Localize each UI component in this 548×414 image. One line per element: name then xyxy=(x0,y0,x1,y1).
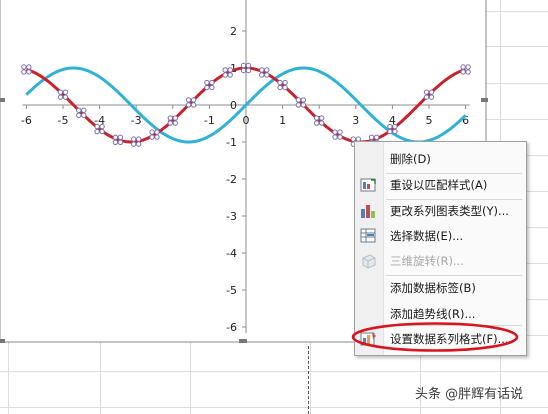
menu-item-add-trendline-label: 添加趋势线(R)... xyxy=(390,307,476,321)
y-tick-label: -4 xyxy=(226,247,237,260)
menu-item-3d-rotation[interactable]: 三维旋转(R)... xyxy=(355,248,526,274)
y-tick-label: 0 xyxy=(230,99,237,112)
chart-resize-handle[interactable] xyxy=(481,98,488,102)
y-tick-label: -3 xyxy=(226,210,237,223)
reset-style-icon xyxy=(360,178,376,192)
menu-item-3d-rotation-label: 三维旋转(R)... xyxy=(390,254,464,268)
menu-item-reset-style[interactable]: 重设以匹配样式(A) xyxy=(355,172,526,198)
menu-item-delete-label: 删除(D) xyxy=(390,152,431,166)
menu-item-delete[interactable]: 删除(D) xyxy=(355,146,526,172)
y-tick-label: 2 xyxy=(230,25,237,38)
menu-item-select-data[interactable]: 选择数据(E)... xyxy=(355,223,526,249)
y-tick-label: -2 xyxy=(226,173,237,186)
highlight-ellipse xyxy=(351,322,519,352)
watermark: 头条 @胖辉有话说 xyxy=(415,387,524,402)
menu-item-select-data-label: 选择数据(E)... xyxy=(390,229,464,243)
select-data-icon xyxy=(360,228,376,243)
y-tick-label: -5 xyxy=(226,284,237,297)
menu-item-add-data-labels[interactable]: 添加数据标签(B) xyxy=(355,275,526,301)
menu-item-add-data-labels-label: 添加数据标签(B) xyxy=(390,281,476,295)
menu-item-change-chart-type[interactable]: 更改系列图表类型(Y)... xyxy=(355,198,526,224)
3d-rotation-icon xyxy=(362,254,376,269)
x-tick-label: -1 xyxy=(204,114,215,127)
chart-resize-handle[interactable] xyxy=(239,339,247,343)
chart-resize-handle[interactable] xyxy=(0,98,5,102)
x-tick-label: 3 xyxy=(352,114,359,127)
x-tick-label: 1 xyxy=(279,114,286,127)
x-tick-label: 5 xyxy=(426,114,433,127)
x-tick-label: 0 xyxy=(243,114,250,127)
chart-resize-handle[interactable] xyxy=(0,339,5,343)
menu-item-change-chart-type-label: 更改系列图表类型(Y)... xyxy=(390,204,509,218)
bar-chart-icon xyxy=(361,205,375,218)
x-tick-label: -5 xyxy=(58,114,69,127)
x-tick-label: -6 xyxy=(21,114,32,127)
y-tick-label: -6 xyxy=(226,321,237,334)
y-tick-label: -1 xyxy=(226,136,237,149)
menu-item-reset-style-label: 重设以匹配样式(A) xyxy=(390,178,488,192)
